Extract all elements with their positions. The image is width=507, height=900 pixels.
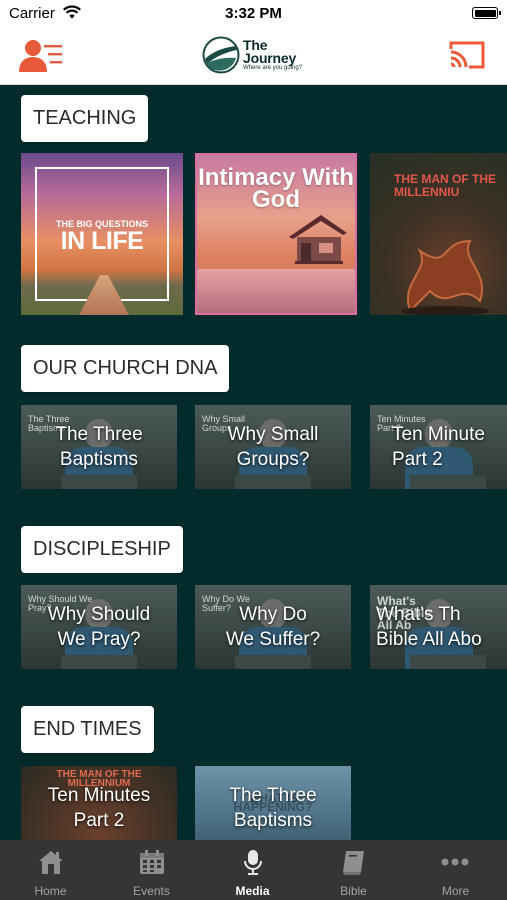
section-title-discipleship[interactable]: DISCIPLESHIP [21, 526, 183, 573]
video-caption: Why Small Groups? [227, 424, 319, 470]
tab-label: Home [34, 884, 67, 898]
video-tile-ten-minutes-part-2[interactable]: Ten Minutes Part 2 Ten Minute Part 2 [370, 405, 507, 489]
cover-title: Intimacy With God [198, 164, 354, 213]
sculpture-illustration [401, 239, 489, 315]
status-bar: Carrier 3:32 PM [0, 0, 507, 27]
journey-logo-mark [202, 36, 240, 74]
media-content[interactable]: TEACHING THE BIG QUESTIONS IN LIFE Intim… [0, 85, 507, 840]
video-caption: The Three Baptisms [55, 424, 143, 470]
video-tile-whats-the-bible-all-about[interactable]: What's The Bible All Ab What's Th Bible … [370, 585, 507, 669]
book-icon [343, 851, 364, 875]
podium [61, 475, 137, 489]
cabin-illustration [289, 215, 347, 264]
video-caption: Why Should We Pray? [47, 604, 151, 650]
journey-logo: The Journey Where are you going? [202, 36, 312, 76]
ellipsis-icon [441, 858, 469, 866]
podium [235, 655, 311, 669]
cover-title: THE MAN OF THE MILLENNIU [394, 172, 496, 199]
podium [410, 475, 486, 489]
tab-label: Events [133, 884, 170, 898]
microphone-icon [244, 850, 262, 875]
tab-label: Media [235, 884, 270, 898]
tab-home[interactable]: Home [0, 840, 101, 900]
video-tile-why-do-we-suffer[interactable]: Why Do We Suffer? Why Do We Suffer? [195, 585, 351, 669]
calendar-icon [140, 850, 164, 874]
house-icon [39, 851, 63, 874]
video-caption: What's Th Bible All Abo [376, 604, 482, 650]
battery-icon [472, 7, 501, 19]
cast-icon[interactable] [447, 39, 487, 71]
tab-events[interactable]: Events [101, 840, 202, 900]
video-tile-end-times-three-baptisms[interactable]: WHAT IS HAPPENING? The Three Baptisms [195, 766, 351, 840]
teaching-tile-big-questions[interactable]: THE BIG QUESTIONS IN LIFE [21, 153, 183, 315]
video-tile-three-baptisms[interactable]: The Three Baptisms The Three Baptisms [21, 405, 177, 489]
video-caption: Why Do We Suffer? [225, 604, 321, 650]
tab-label: Bible [340, 884, 367, 898]
app-header: The Journey Where are you going? [0, 27, 507, 85]
teaching-tile-intimacy-with-god[interactable]: Intimacy With God [195, 153, 357, 315]
tab-label: More [441, 884, 470, 898]
profile-menu-icon[interactable] [18, 37, 64, 73]
clock: 3:32 PM [225, 5, 282, 22]
video-tile-end-times-ten-minutes[interactable]: THE MAN OF THE MILLENNIUM Ten Minutes Pa… [21, 766, 177, 840]
tab-media[interactable]: Media [202, 840, 303, 900]
section-title-end-times[interactable]: END TIMES [21, 706, 154, 753]
video-caption: Ten Minutes Part 2 [47, 785, 151, 831]
section-title-teaching[interactable]: TEACHING [21, 95, 149, 142]
video-caption: The Three Baptisms [229, 785, 317, 831]
video-caption: Ten Minute Part 2 [392, 424, 485, 470]
logo-title: The Journey [243, 37, 297, 66]
podium [410, 655, 486, 669]
cover-title-large: IN LIFE [60, 227, 144, 255]
video-tile-why-small-groups[interactable]: Why Small Groups Why Small Groups? [195, 405, 351, 489]
tab-bar: Home Events Media Bible More [0, 840, 507, 900]
tab-more[interactable]: More [404, 840, 507, 900]
tab-bible[interactable]: Bible [303, 840, 404, 900]
cover-water [197, 269, 355, 313]
video-tile-why-should-we-pray[interactable]: Why Should We Pray? Why Should We Pray? [21, 585, 177, 669]
teaching-tile-man-of-millennium[interactable]: THE MAN OF THE MILLENNIU [370, 153, 507, 315]
podium [61, 655, 137, 669]
podium [235, 475, 311, 489]
logo-tagline: Where are you going? [243, 65, 303, 71]
section-title-our-church-dna[interactable]: OUR CHURCH DNA [21, 345, 230, 392]
